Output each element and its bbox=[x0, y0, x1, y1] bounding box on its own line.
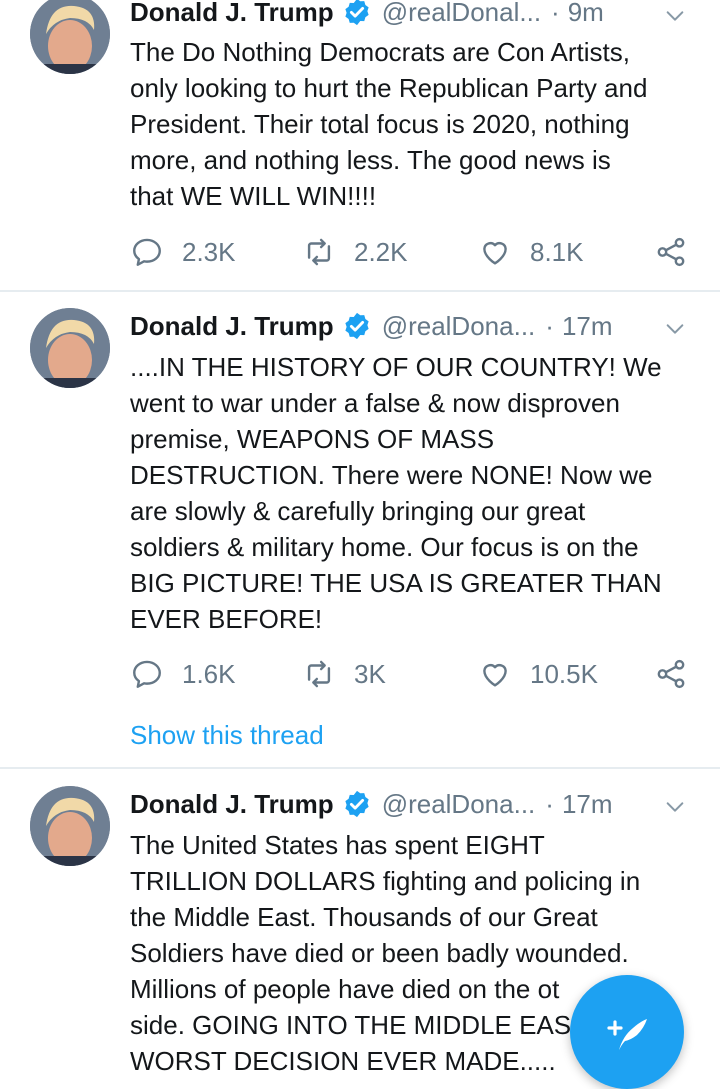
tweet-actions: 1.6K 3K 10.5K bbox=[130, 654, 700, 694]
tweet-text-line: only looking to hurt the Republican Part… bbox=[130, 73, 648, 103]
reply-count: 2.3K bbox=[182, 236, 236, 267]
share-button[interactable] bbox=[654, 232, 688, 272]
share-icon bbox=[657, 237, 685, 267]
author-name[interactable]: Donald J. Trump bbox=[130, 789, 334, 820]
tweet-text-line: the Middle East. Thousands of our Great bbox=[130, 902, 598, 932]
reply-button[interactable]: 2.3K bbox=[130, 232, 236, 272]
reply-icon bbox=[133, 660, 161, 688]
tweet-text-line: The United States has spent EIGHT bbox=[130, 830, 545, 860]
timestamp[interactable]: 17m bbox=[562, 789, 613, 820]
author-name[interactable]: Donald J. Trump bbox=[130, 311, 334, 342]
tweet-text-line: EVER BEFORE! bbox=[130, 604, 323, 634]
tweet-text-line: went to war under a false & now disprove… bbox=[130, 388, 620, 418]
reply-button[interactable]: 1.6K bbox=[130, 654, 236, 694]
tweet-text-line: TRILLION DOLLARS fighting and policing i… bbox=[130, 866, 641, 896]
verified-badge-icon bbox=[345, 0, 369, 26]
tweet-text: The Do Nothing Democrats are Con Artists… bbox=[130, 34, 700, 214]
avatar-image bbox=[30, 308, 110, 388]
share-icon bbox=[657, 659, 685, 689]
chevron-down-icon[interactable] bbox=[664, 796, 686, 818]
tweet-header: Donald J. Trump @realDona... · 17m bbox=[130, 786, 690, 822]
verified-badge-icon bbox=[345, 312, 369, 340]
like-count: 10.5K bbox=[530, 658, 598, 689]
author-handle[interactable]: @realDona... bbox=[382, 789, 536, 820]
avatar-image bbox=[30, 786, 110, 866]
share-button[interactable] bbox=[654, 654, 688, 694]
author-handle[interactable]: @realDonal... bbox=[382, 0, 541, 28]
chevron-down-icon[interactable] bbox=[664, 318, 686, 340]
separator-dot: · bbox=[551, 0, 560, 27]
retweet-icon bbox=[307, 660, 331, 688]
compose-tweet-button[interactable] bbox=[570, 975, 684, 1089]
retweet-count: 3K bbox=[354, 658, 386, 689]
verified-badge-icon bbox=[345, 790, 369, 818]
retweet-icon bbox=[307, 238, 331, 266]
tweet-text-line: premise, WEAPONS OF MASS bbox=[130, 424, 495, 454]
tweet[interactable]: Donald J. Trump @realDona... · 17m ....I… bbox=[0, 292, 720, 767]
reply-icon bbox=[133, 238, 161, 266]
reply-count: 1.6K bbox=[182, 658, 236, 689]
tweet[interactable]: Donald J. Trump @realDonal... · 9m The D… bbox=[0, 0, 720, 290]
like-count: 8.1K bbox=[530, 236, 584, 267]
like-button[interactable]: 10.5K bbox=[478, 654, 598, 694]
avatar-image bbox=[30, 0, 110, 74]
chevron-down-icon[interactable] bbox=[664, 5, 686, 27]
tweet-text-line: that WE WILL WIN!!!! bbox=[130, 181, 377, 211]
retweet-count: 2.2K bbox=[354, 236, 408, 267]
avatar[interactable] bbox=[30, 0, 110, 74]
heart-icon bbox=[483, 242, 507, 265]
tweet-text-line: Soldiers have died or been badly wounded… bbox=[130, 938, 629, 968]
tweet-text-line: more, and nothing less. The good news is bbox=[130, 145, 611, 175]
author-name[interactable]: Donald J. Trump bbox=[130, 0, 334, 28]
tweet-text-line: soldiers & military home. Our focus is o… bbox=[130, 532, 639, 562]
timestamp[interactable]: 17m bbox=[562, 311, 613, 342]
show-thread-link[interactable]: Show this thread bbox=[130, 720, 324, 751]
tweet-header: Donald J. Trump @realDona... · 17m bbox=[130, 308, 690, 344]
tweet-text-line: ....IN THE HISTORY OF OUR COUNTRY! We bbox=[130, 352, 662, 382]
avatar[interactable] bbox=[30, 308, 110, 388]
separator-dot: · bbox=[545, 310, 554, 341]
tweet-text-line: President. Their total focus is 2020, no… bbox=[130, 109, 630, 139]
retweet-button[interactable]: 3K bbox=[302, 654, 386, 694]
tweet-header: Donald J. Trump @realDonal... · 9m bbox=[130, 0, 690, 30]
tweet-text: ....IN THE HISTORY OF OUR COUNTRY! We we… bbox=[130, 349, 700, 637]
retweet-button[interactable]: 2.2K bbox=[302, 232, 408, 272]
compose-tweet-icon bbox=[607, 1019, 647, 1050]
separator-dot: · bbox=[545, 788, 554, 819]
like-button[interactable]: 8.1K bbox=[478, 232, 584, 272]
timestamp[interactable]: 9m bbox=[568, 0, 604, 28]
avatar[interactable] bbox=[30, 786, 110, 866]
author-handle[interactable]: @realDona... bbox=[382, 311, 536, 342]
tweet-text-line: The Do Nothing Democrats are Con Artists… bbox=[130, 37, 630, 67]
heart-icon bbox=[483, 664, 507, 687]
tweet-text-line: are slowly & carefully bringing our grea… bbox=[130, 496, 586, 526]
tweet-text-line: DESTRUCTION. There were NONE! Now we bbox=[130, 460, 653, 490]
tweet-actions: 2.3K 2.2K 8.1K bbox=[130, 232, 700, 272]
tweet-text-line: BIG PICTURE! THE USA IS GREATER THAN bbox=[130, 568, 662, 598]
